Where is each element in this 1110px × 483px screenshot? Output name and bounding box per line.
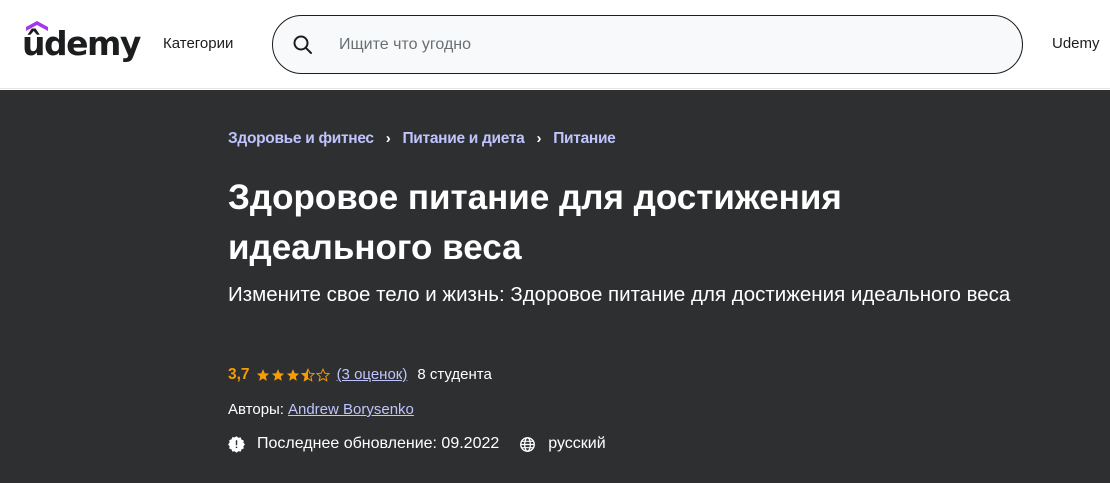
logo-wordmark: ûdemy	[22, 24, 141, 63]
breadcrumb-nutrition-diet[interactable]: Питание и диета	[402, 130, 524, 148]
chevron-right-icon: ›	[536, 130, 542, 147]
star-full-icon	[271, 369, 284, 381]
breadcrumb: Здоровье и фитнес › Питание и диета › Пи…	[228, 130, 616, 148]
star-half-icon	[300, 368, 315, 382]
course-hero: Здоровье и фитнес › Питание и диета › Пи…	[0, 90, 1110, 483]
authors-row: Авторы: Andrew Borysenko	[228, 401, 414, 419]
course-subtitle: Измените свое тело и жизнь: Здоровое пит…	[228, 283, 1011, 306]
rating-stars	[256, 368, 331, 382]
star-full-icon	[256, 369, 269, 381]
categories-menu[interactable]: Категории	[163, 35, 233, 53]
update-badge-icon	[228, 435, 245, 453]
globe-icon	[520, 436, 536, 452]
search-input[interactable]	[339, 17, 1009, 72]
search-icon[interactable]	[291, 33, 315, 57]
breadcrumb-nutrition[interactable]: Питание	[553, 130, 616, 148]
students-count: 8 студента	[417, 366, 492, 383]
authors-label: Авторы:	[228, 401, 284, 418]
last-updated: Последнее обновление: 09.2022	[257, 435, 500, 452]
rating-row: 3,7 (3 оценок) 8 студента	[228, 366, 492, 384]
author-link[interactable]: Andrew Borysenko	[288, 401, 414, 419]
search-bar[interactable]	[272, 15, 1023, 74]
course-title: Здоровое питание для достижения идеально…	[228, 178, 842, 267]
ratings-count-link[interactable]: (3 оценок)	[337, 366, 408, 384]
course-meta-row: Последнее обновление: 09.2022 русский	[228, 434, 606, 454]
star-full-icon	[286, 369, 299, 381]
udemy-business-link[interactable]: Udemy	[1052, 35, 1100, 53]
star-empty-icon	[315, 368, 330, 382]
top-header: ûdemy Категории Udemy	[0, 0, 1110, 89]
chevron-right-icon: ›	[385, 130, 391, 147]
course-language: русский	[548, 435, 606, 452]
breadcrumb-health-fitness[interactable]: Здоровье и фитнес	[228, 130, 374, 148]
rating-value: 3,7	[228, 366, 250, 383]
udemy-logo[interactable]: ûdemy	[22, 18, 142, 68]
